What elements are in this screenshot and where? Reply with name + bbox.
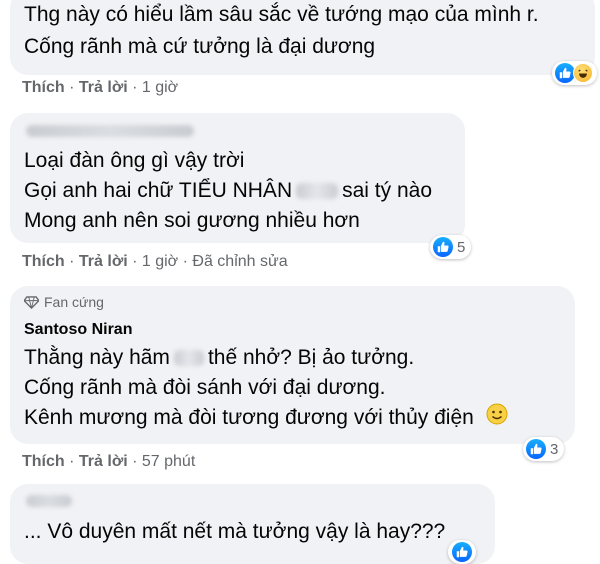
comment-text-row: Kênh mương mà đòi tương đương với thủy đ…	[24, 403, 508, 434]
like-icon	[555, 63, 575, 83]
reaction-count: 3	[550, 440, 559, 458]
comment-text: Kênh mương mà đòi tương đương với thủy đ…	[24, 406, 474, 430]
like-link[interactable]: Thích	[22, 79, 65, 96]
like-link[interactable]: Thích	[22, 453, 65, 470]
redacted-word	[296, 183, 339, 200]
comment-text-row: Thằng này hãm thế nhở? Bị ảo tưởng.	[24, 343, 414, 373]
comment-text: Cống rãnh mà cứ tưởng là đại dương	[24, 35, 376, 58]
comment-text: Mong anh nên soi gương nhiều hơn	[24, 209, 360, 232]
haha-icon	[573, 63, 593, 83]
timestamp[interactable]: 1 giờ	[142, 253, 178, 270]
separator: ·	[69, 253, 79, 270]
fan-badge: Fan cứng	[24, 294, 104, 310]
separator: ·	[132, 79, 142, 96]
diamond-icon	[24, 295, 39, 309]
comment-text: Gọi anh hai chữ TIỂU NHÂN	[24, 179, 293, 202]
reaction-summary[interactable]: 3	[523, 437, 565, 461]
like-icon	[526, 439, 546, 459]
comment-actions: Thích · Trả lời · 1 giờ · Đã chỉnh sửa	[22, 253, 288, 271]
reaction-summary[interactable]: 5	[430, 235, 472, 259]
reaction-summary[interactable]	[448, 540, 476, 564]
badge-label: Fan cứng	[44, 294, 104, 310]
separator: ·	[132, 453, 142, 470]
comment-author[interactable]: Santoso Niran	[24, 321, 132, 339]
comment-actions: Thích · Trả lời · 1 giờ	[22, 79, 178, 97]
comment-actions: Thích · Trả lời · 57 phút	[22, 453, 195, 471]
comment-text: Cống rãnh mà đòi sánh với đại dương.	[24, 376, 386, 399]
reaction-count: 5	[457, 238, 466, 256]
comment-text: sai tý nào	[342, 179, 432, 202]
edited-label[interactable]: Đã chỉnh sửa	[192, 253, 287, 270]
reaction-summary[interactable]	[552, 61, 597, 85]
separator: ·	[69, 453, 79, 470]
timestamp[interactable]: 1 giờ	[142, 79, 178, 96]
redacted-author-name	[26, 495, 72, 507]
comment-text-row: Gọi anh hai chữ TIỂU NHÂN sai tý nào	[24, 176, 432, 206]
like-link[interactable]: Thích	[22, 253, 65, 270]
comment-text: thế nhở? Bị ảo tưởng.	[207, 346, 415, 369]
comment-text: Loại đàn ông gì vậy trời	[24, 149, 245, 172]
separator: ·	[132, 253, 142, 270]
separator: ·	[69, 79, 79, 96]
reply-link[interactable]: Trả lời	[79, 253, 128, 270]
comment-text: Thằng này hãm	[24, 346, 170, 369]
comment-text: ... Vô duyên mất nết mà tưởng vậy là hay…	[24, 520, 446, 543]
comment-text: Thg này có hiểu lầm sâu sắc về tướng mạo…	[24, 3, 539, 26]
reply-link[interactable]: Trả lời	[79, 453, 128, 470]
redacted-word	[173, 350, 204, 367]
redacted-author-name	[26, 125, 194, 137]
reply-link[interactable]: Trả lời	[79, 79, 128, 96]
separator: ·	[182, 253, 193, 270]
like-icon	[452, 542, 472, 562]
like-icon	[433, 237, 453, 257]
timestamp[interactable]: 57 phút	[142, 453, 195, 470]
smile-emoji-icon	[486, 403, 508, 434]
